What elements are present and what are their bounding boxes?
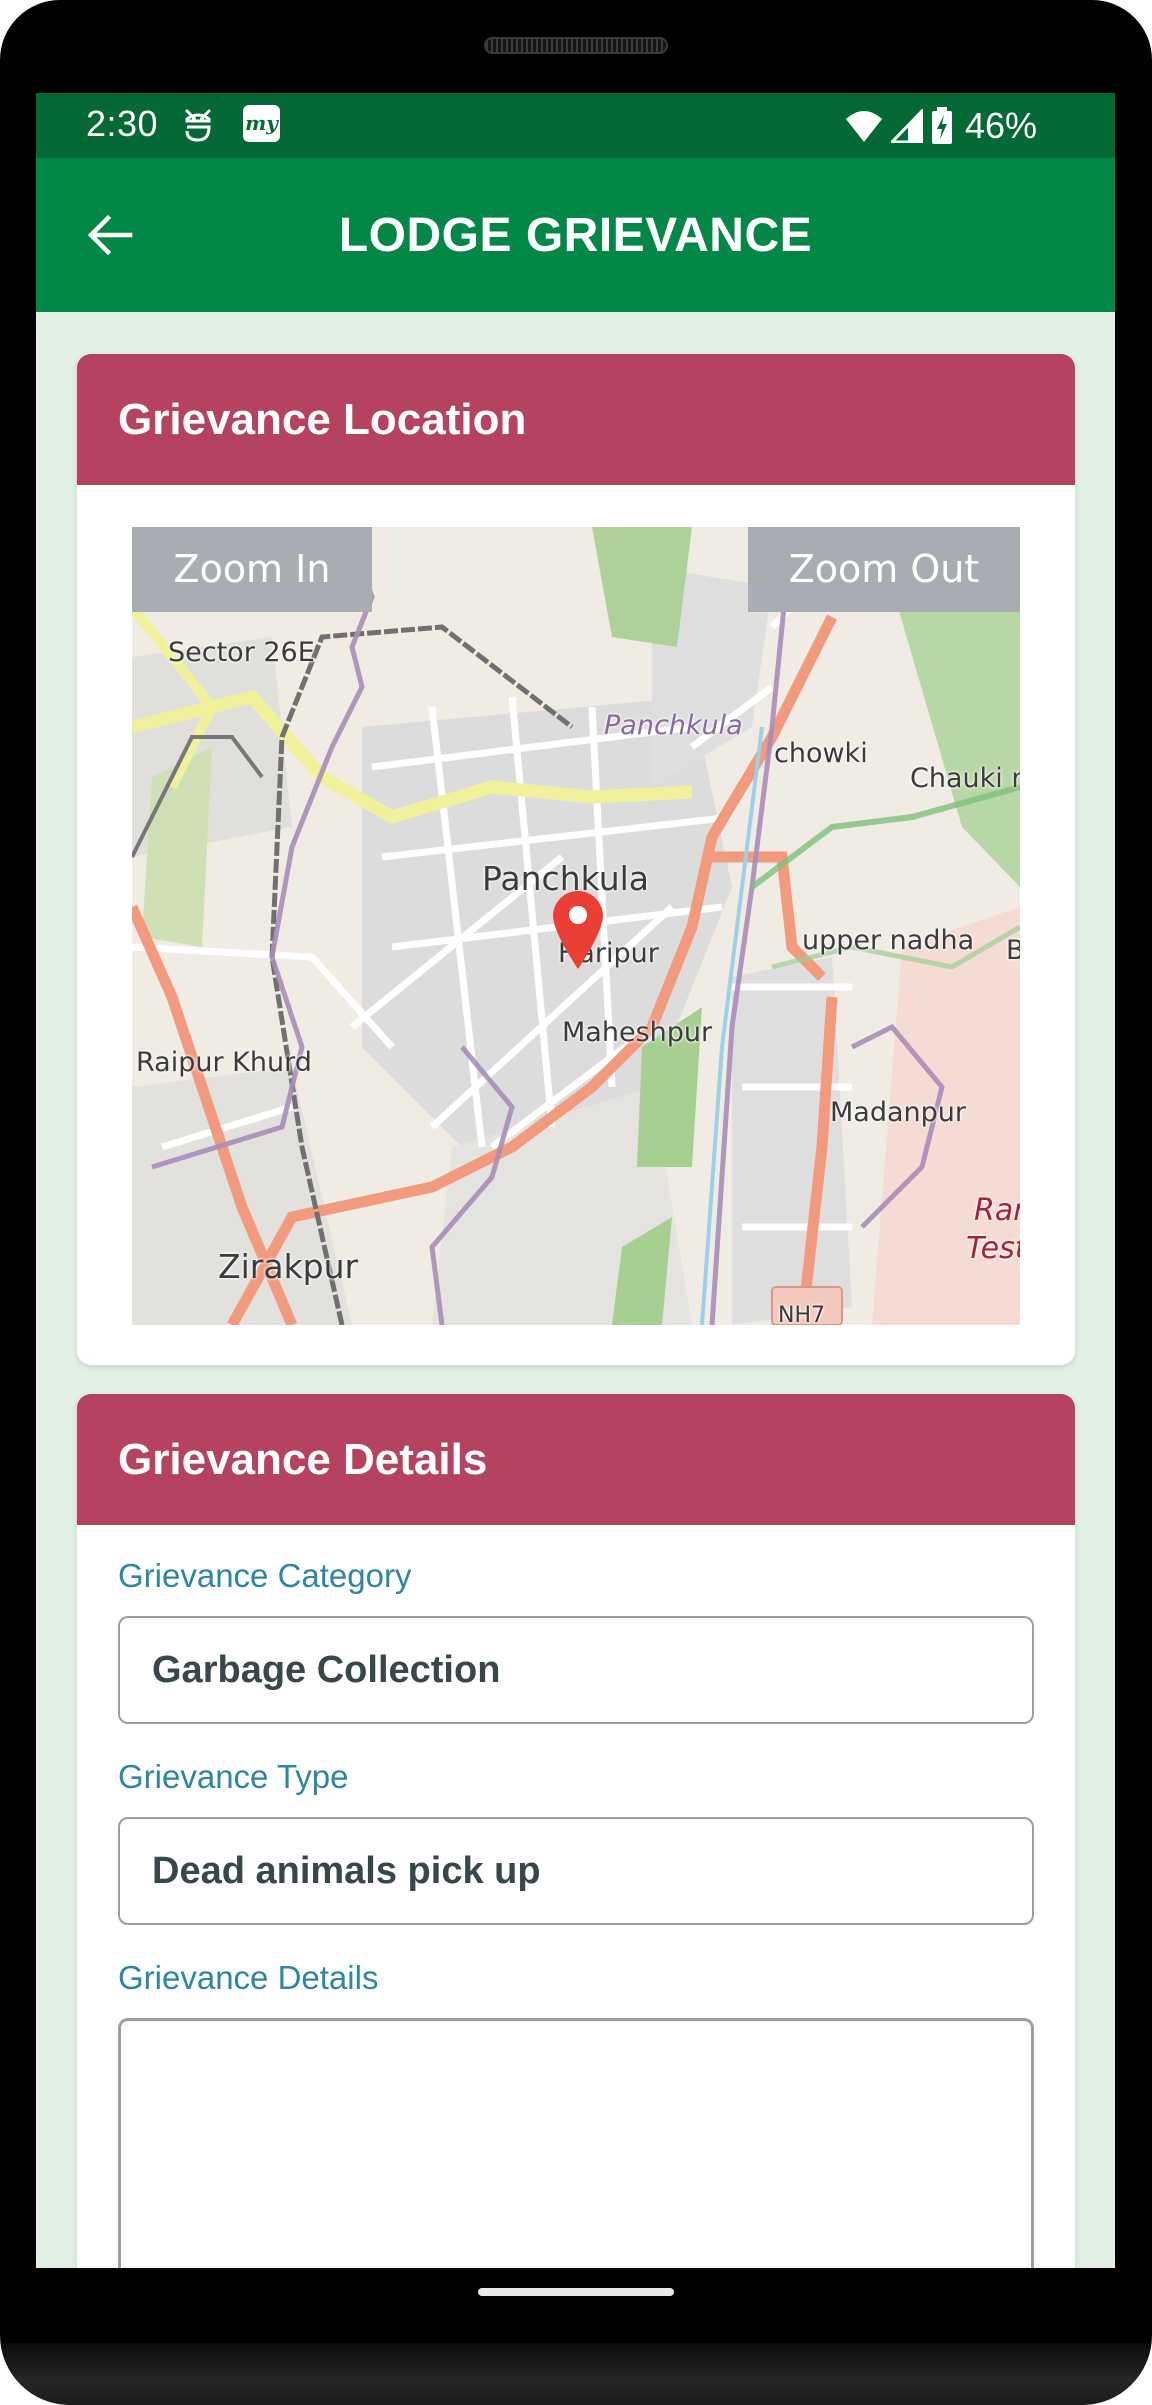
map-label: Test (966, 1231, 1020, 1266)
map-label: chowki (774, 738, 868, 769)
grievance-category-label: Grievance Category (118, 1557, 412, 1594)
map-label: Sector 26E (168, 637, 315, 668)
location-map[interactable]: Sector 26E Panchkula chowki Chauki n Pan… (132, 527, 1020, 1325)
robot-face-icon (183, 107, 213, 143)
my-app-icon: my (243, 105, 280, 142)
map-label: Chauki n (910, 763, 1020, 794)
grievance-location-card: Grievance Location Sector 26E Panchkula … (77, 354, 1075, 1365)
map-label: Madanpur (830, 1097, 966, 1128)
grievance-details-textarea[interactable] (118, 2018, 1034, 2268)
cellular-signal-icon (890, 108, 923, 143)
app-bar: LODGE GRIEVANCE (36, 158, 1115, 312)
map-label: Raipur Khurd (136, 1047, 312, 1078)
map-label: Panchkula (604, 710, 743, 741)
grievance-details-card: Grievance Details Grievance Category Gar… (77, 1394, 1075, 2268)
map-label: B (1006, 935, 1020, 966)
screen: 2:30 my 46% LODGE GRIEVANCE Grievance Lo… (36, 93, 1115, 2268)
grievance-type-label: Grievance Type (118, 1758, 349, 1795)
earpiece-speaker (484, 37, 668, 54)
page-title: LODGE GRIEVANCE (338, 209, 813, 262)
status-bar: 2:30 my 46% (36, 93, 1115, 158)
card-header-details: Grievance Details (77, 1394, 1075, 1525)
wifi-icon (845, 109, 883, 143)
status-time: 2:30 (86, 103, 159, 144)
map-label: Zirakpur (218, 1247, 359, 1286)
card-header-location: Grievance Location (77, 354, 1075, 485)
phone-frame: 2:30 my 46% LODGE GRIEVANCE Grievance Lo… (0, 0, 1152, 2405)
grievance-category-select[interactable]: Garbage Collection (118, 1616, 1034, 1724)
grievance-type-select[interactable]: Dead animals pick up (118, 1817, 1034, 1925)
map-label: upper nadha (802, 925, 975, 956)
map-label: Maheshpur (562, 1017, 713, 1048)
map-pin-icon[interactable] (550, 889, 606, 971)
map-label: Ran (974, 1193, 1020, 1228)
phone-bottom-bezel (0, 2343, 1152, 2405)
grievance-details-label: Grievance Details (118, 1959, 379, 1996)
map-label: NH7 (778, 1303, 825, 1325)
system-status-icons: 46% (845, 103, 1037, 148)
battery-percent: 46% (964, 104, 1037, 146)
home-indicator[interactable] (478, 2288, 674, 2296)
zoom-in-button[interactable]: Zoom In (132, 527, 372, 612)
zoom-out-button[interactable]: Zoom Out (748, 527, 1020, 612)
battery-charging-icon (931, 106, 953, 145)
